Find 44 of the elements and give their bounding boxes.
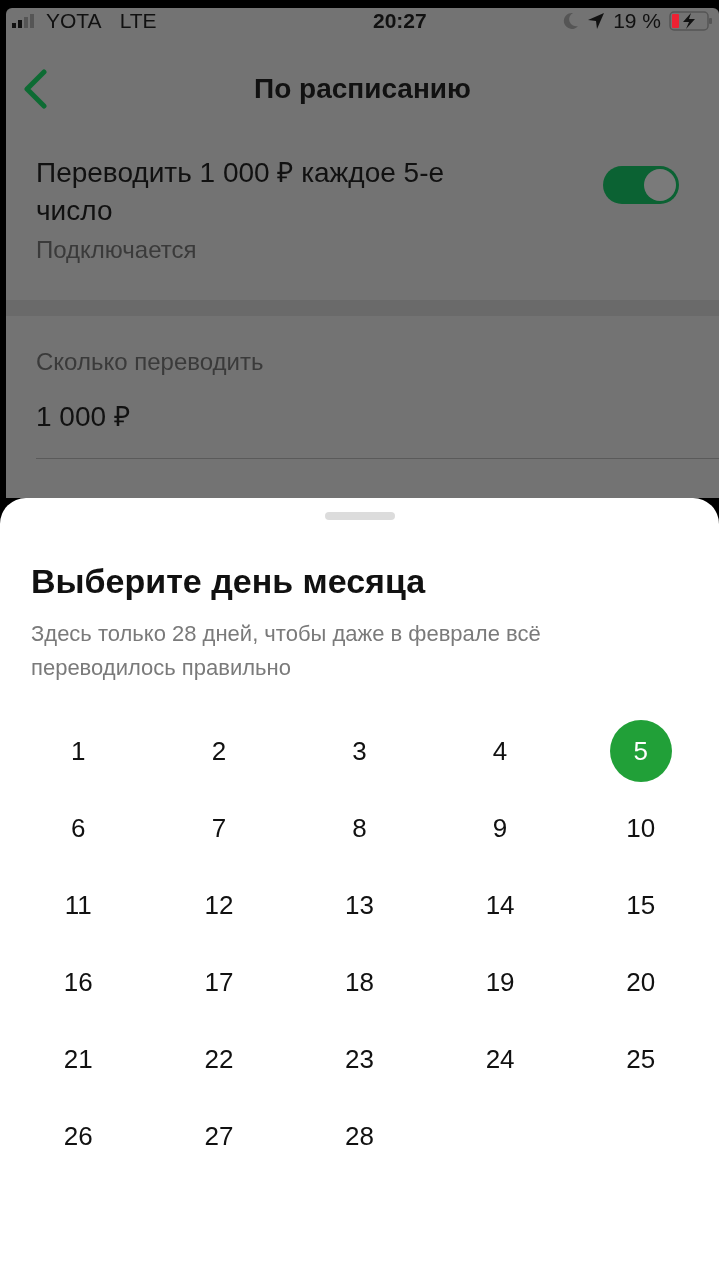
day-option[interactable]: 8 (328, 797, 391, 859)
day-option[interactable]: 1 (47, 720, 110, 782)
day-option[interactable]: 3 (328, 720, 391, 782)
day-option[interactable]: 7 (187, 797, 250, 859)
day-option[interactable]: 14 (469, 874, 532, 936)
back-chevron-icon (22, 69, 48, 109)
amount-value: 1 000 ₽ (36, 400, 131, 434)
day-option[interactable]: 17 (187, 951, 250, 1013)
location-arrow-icon (587, 12, 606, 30)
day-option[interactable]: 24 (469, 1028, 532, 1090)
schedule-toggle[interactable] (603, 166, 679, 204)
carrier-name: YOTA (46, 8, 102, 35)
day-option[interactable]: 19 (469, 951, 532, 1013)
schedule-title: Переводить 1 000 ₽ каждое 5-е число (36, 156, 446, 228)
day-option[interactable]: 18 (328, 951, 391, 1013)
day-option[interactable]: 25 (609, 1028, 672, 1090)
day-option[interactable]: 22 (187, 1028, 250, 1090)
network-type: LTE (119, 8, 157, 35)
day-option[interactable]: 9 (469, 797, 532, 859)
sheet-handle[interactable] (324, 512, 395, 520)
moon-icon (563, 12, 580, 30)
battery-charging-icon (669, 11, 713, 31)
amount-label: Сколько переводить (36, 347, 265, 377)
sheet-title: Выберите день месяца (31, 561, 427, 602)
day-option[interactable]: 15 (609, 874, 672, 936)
day-option[interactable]: 23 (328, 1028, 391, 1090)
day-option[interactable]: 27 (187, 1105, 250, 1167)
day-option[interactable]: 4 (469, 720, 532, 782)
day-option[interactable]: 16 (47, 951, 110, 1013)
day-option[interactable]: 6 (47, 797, 110, 859)
day-option[interactable]: 13 (328, 874, 391, 936)
sheet-subtitle: Здесь только 28 дней, чтобы даже в феврале всё переводилось правильно (31, 620, 542, 682)
day-option[interactable]: 2 (187, 720, 250, 782)
day-option[interactable]: 12 (187, 874, 250, 936)
day-option[interactable]: 21 (47, 1028, 110, 1090)
day-option[interactable]: 10 (609, 797, 672, 859)
battery-percent: 19 % (613, 8, 661, 35)
day-option[interactable]: 26 (47, 1105, 110, 1167)
clock-time: 20:27 (373, 8, 427, 35)
day-option[interactable]: 20 (609, 951, 672, 1013)
schedule-status: Подключается (36, 235, 198, 265)
page-title: По расписанию (254, 72, 471, 106)
day-option[interactable]: 11 (47, 874, 110, 936)
day-option[interactable]: 28 (328, 1105, 391, 1167)
